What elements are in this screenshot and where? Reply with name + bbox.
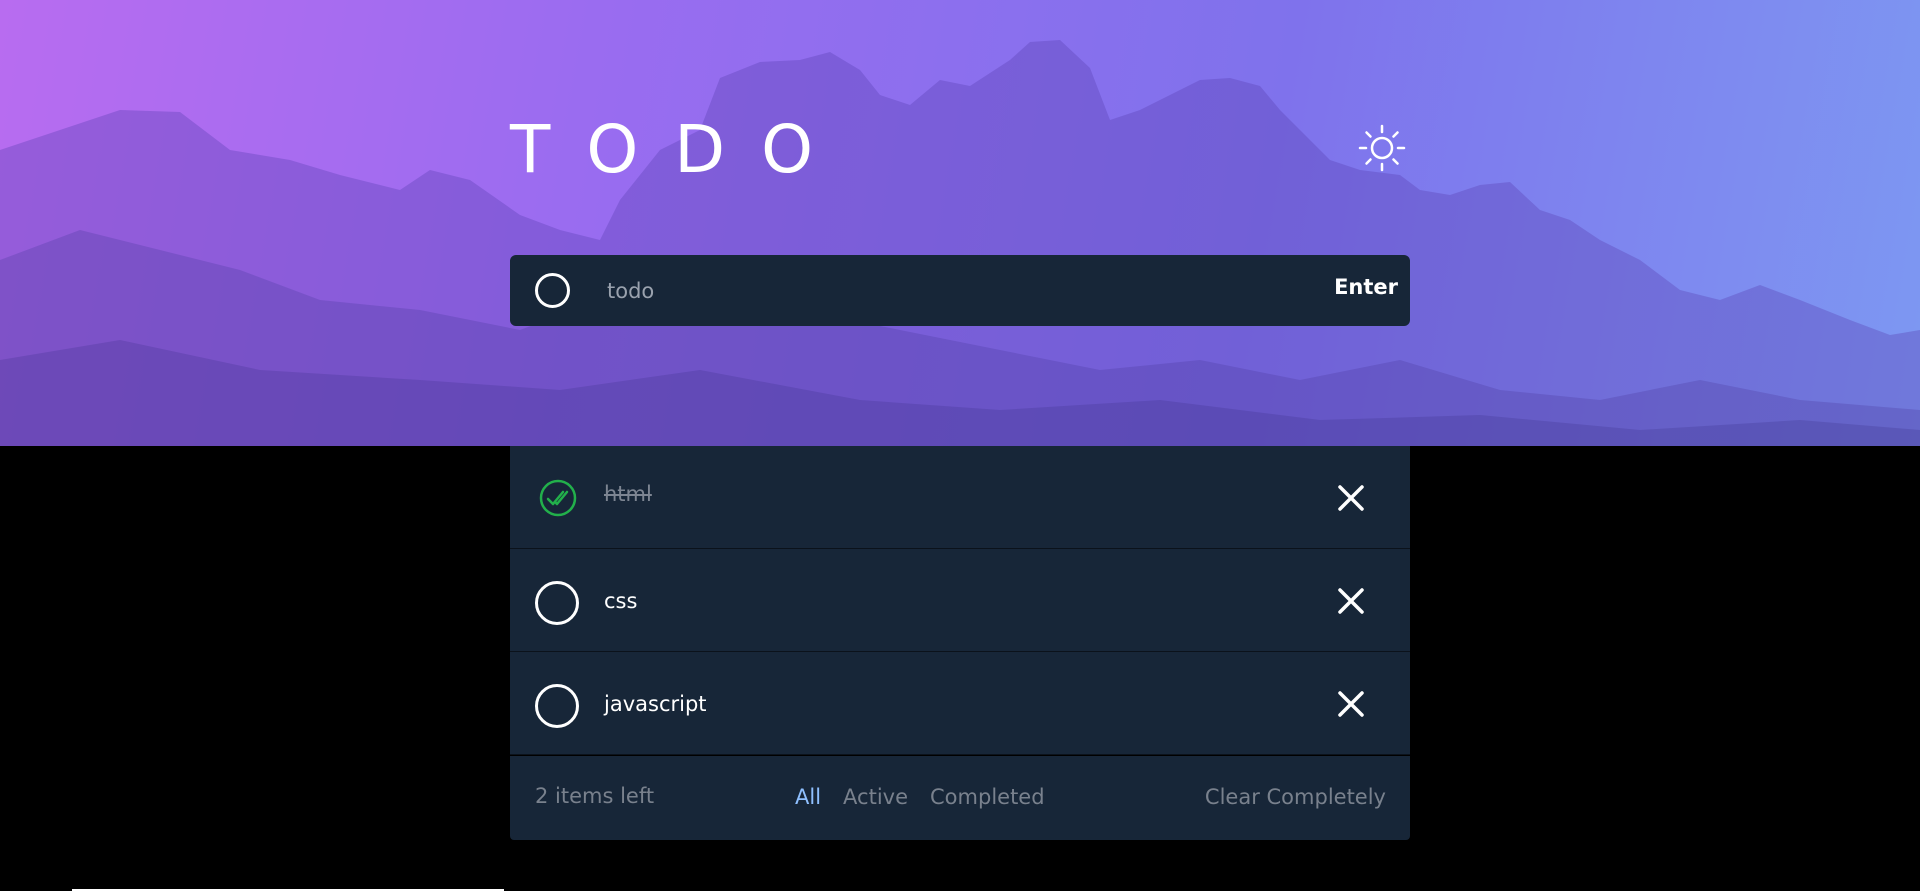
close-icon bbox=[1338, 691, 1364, 717]
new-todo-bar: Enter bbox=[510, 255, 1410, 326]
delete-button[interactable] bbox=[1335, 482, 1367, 514]
todo-footer: 2 items left All Active Completed Clear … bbox=[510, 756, 1410, 840]
new-todo-toggle-circle[interactable] bbox=[535, 273, 570, 308]
items-left-count: 2 items left bbox=[535, 784, 655, 808]
page-title: TODO bbox=[510, 111, 850, 188]
completed-toggle[interactable] bbox=[538, 478, 578, 518]
enter-button[interactable]: Enter bbox=[1334, 275, 1398, 299]
close-icon bbox=[1338, 485, 1364, 511]
toggle-circle[interactable] bbox=[535, 684, 579, 728]
hero-banner: TODO Enter bbox=[0, 0, 1920, 446]
todo-list: html css javascript bbox=[510, 446, 1410, 755]
sun-icon bbox=[1358, 124, 1406, 172]
todo-text: css bbox=[604, 589, 638, 613]
todo-item-html: html bbox=[510, 446, 1410, 549]
close-icon bbox=[1338, 588, 1364, 614]
delete-button[interactable] bbox=[1335, 688, 1367, 720]
todo-text: javascript bbox=[604, 692, 707, 716]
filter-completed[interactable]: Completed bbox=[930, 784, 1045, 810]
todo-text: html bbox=[604, 482, 652, 506]
mountain-background bbox=[0, 40, 1920, 446]
filter-all[interactable]: All bbox=[795, 784, 821, 810]
double-check-icon bbox=[539, 479, 577, 517]
toggle-circle[interactable] bbox=[535, 581, 579, 625]
new-todo-input[interactable] bbox=[605, 271, 1245, 311]
filter-active[interactable]: Active bbox=[843, 784, 908, 810]
todo-item-javascript: javascript bbox=[510, 652, 1410, 755]
delete-button[interactable] bbox=[1335, 585, 1367, 617]
todo-item-css: css bbox=[510, 549, 1410, 652]
filter-group: All Active Completed bbox=[795, 784, 1045, 810]
clear-completed-button[interactable]: Clear Completely bbox=[1205, 784, 1386, 810]
theme-toggle-button[interactable] bbox=[1358, 124, 1406, 172]
